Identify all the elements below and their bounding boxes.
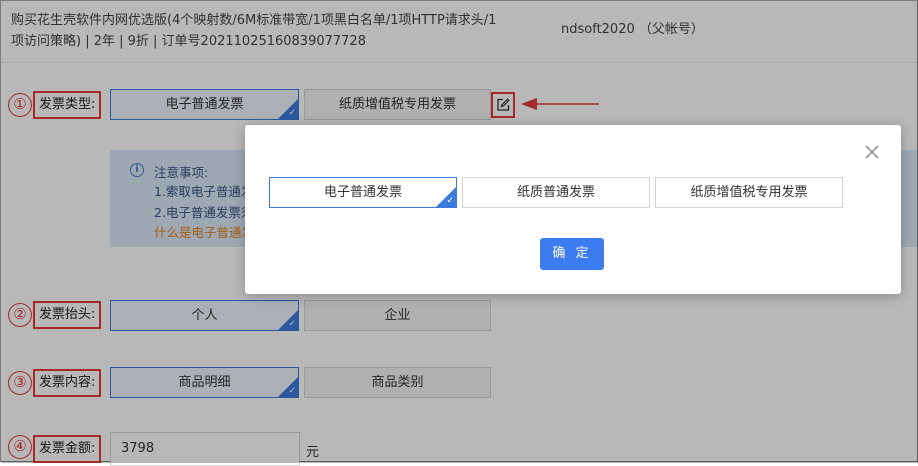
modal-vat-special-invoice-option[interactable]: 纸质增值税专用发票 bbox=[655, 177, 843, 208]
modal-paper-invoice-option[interactable]: 纸质普通发票 bbox=[462, 177, 650, 208]
close-icon[interactable] bbox=[861, 141, 883, 163]
modal-electronic-invoice-option[interactable]: 电子普通发票 ✓ bbox=[269, 177, 457, 208]
option-label: 纸质增值税专用发票 bbox=[690, 185, 808, 200]
check-icon: ✓ bbox=[446, 196, 454, 206]
option-label: 纸质普通发票 bbox=[516, 185, 595, 200]
option-label: 电子普通发票 bbox=[323, 185, 402, 200]
confirm-button[interactable]: 确 定 bbox=[540, 238, 604, 270]
invoice-type-modal: 电子普通发票 ✓ 纸质普通发票 纸质增值税专用发票 确 定 bbox=[245, 125, 901, 294]
order-invoice-page: 购买花生壳软件内网优选版(4个映射数/6M标准带宽/1项黑白名单/1项HTTP请… bbox=[0, 0, 918, 466]
